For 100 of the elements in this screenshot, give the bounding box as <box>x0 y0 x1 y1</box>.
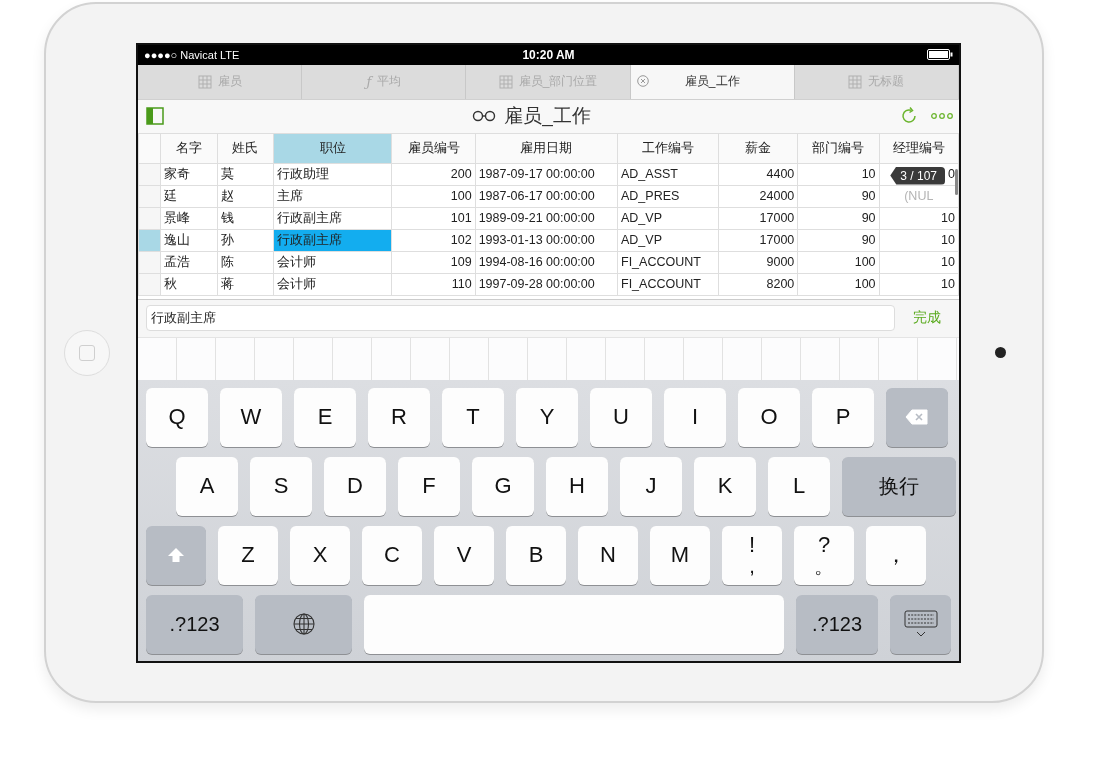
key[interactable]: L <box>768 456 830 516</box>
table-cell: 会计师 <box>273 273 392 295</box>
camera-icon <box>995 347 1006 358</box>
table-cell: 莫 <box>217 163 274 185</box>
glasses-icon <box>472 110 497 122</box>
key[interactable]: V <box>434 525 494 585</box>
column-header[interactable]: 经理编号 <box>879 133 959 163</box>
row-marker[interactable] <box>138 273 160 295</box>
key[interactable]: R <box>368 387 430 447</box>
key[interactable]: Y <box>516 387 578 447</box>
shift-key[interactable] <box>146 525 206 585</box>
carrier-label: ●●●●○ Navicat LTE <box>144 48 241 61</box>
column-header[interactable]: 雇用日期 <box>475 133 618 163</box>
numbers-key[interactable]: .?123 <box>146 594 243 654</box>
key[interactable]: F <box>398 456 460 516</box>
table-cell: FI_ACCOUNT <box>617 273 719 295</box>
table-cell: 行政助理 <box>273 163 392 185</box>
arrow-up-icon <box>167 547 185 563</box>
table-cell: 24000 <box>718 185 798 207</box>
key[interactable]: M <box>650 525 710 585</box>
table-cell: 17000 <box>718 207 798 229</box>
key[interactable]: E <box>294 387 356 447</box>
key[interactable]: A <box>176 456 238 516</box>
row-marker[interactable] <box>138 185 160 207</box>
hide-keyboard-key[interactable] <box>890 594 951 654</box>
key[interactable]: I <box>664 387 726 447</box>
key[interactable]: D <box>324 456 386 516</box>
record-counter: 3 / 107 <box>890 166 945 185</box>
key[interactable]: ， <box>866 525 926 585</box>
column-header[interactable]: 姓氏 <box>217 133 274 163</box>
row-marker[interactable] <box>138 229 160 251</box>
row-marker[interactable] <box>138 251 160 273</box>
space-key[interactable] <box>364 594 784 654</box>
table-cell: 孟浩 <box>160 251 218 273</box>
table-cell: 8200 <box>718 273 798 295</box>
table-cell: 蒋 <box>217 273 274 295</box>
key[interactable]: G <box>472 456 534 516</box>
battery-icon <box>927 49 953 60</box>
column-header[interactable]: 名字 <box>160 133 218 163</box>
table-cell: 1987-06-17 00:00:00 <box>475 185 618 207</box>
key[interactable]: U <box>590 387 652 447</box>
table-cell: AD_VP <box>617 207 719 229</box>
key[interactable]: P <box>812 387 874 447</box>
globe-key[interactable] <box>255 594 352 654</box>
table-cell: 9000 <box>718 251 798 273</box>
grid-icon <box>848 74 863 89</box>
key[interactable]: ? 。 <box>794 525 854 585</box>
table-cell: 100 <box>391 185 476 207</box>
key[interactable]: K <box>694 456 756 516</box>
delete-key[interactable] <box>886 387 948 447</box>
table-cell: 行政副主席 <box>273 207 392 229</box>
key[interactable]: Z <box>218 525 278 585</box>
table-cell: 陈 <box>217 251 274 273</box>
table-cell: 100 <box>797 251 880 273</box>
table-cell: 孙 <box>217 229 274 251</box>
key[interactable]: C <box>362 525 422 585</box>
column-header[interactable]: 薪金 <box>718 133 798 163</box>
table-cell: 廷 <box>160 185 218 207</box>
table-cell: AD_ASST <box>617 163 719 185</box>
key[interactable]: H <box>546 456 608 516</box>
table-cell: 逸山 <box>160 229 218 251</box>
globe-icon <box>292 613 315 635</box>
table-cell: 100 <box>797 273 880 295</box>
table-cell: 109 <box>391 251 476 273</box>
row-marker[interactable] <box>138 163 160 185</box>
row-marker[interactable] <box>138 207 160 229</box>
value-field[interactable]: 行政副主席 <box>146 305 895 331</box>
key[interactable]: X <box>290 525 350 585</box>
grid-icon <box>197 74 212 89</box>
table-cell: FI_ACCOUNT <box>617 251 719 273</box>
column-header[interactable]: 雇员编号 <box>391 133 476 163</box>
return-key[interactable]: 换行 <box>842 456 956 516</box>
key[interactable]: S <box>250 456 312 516</box>
table-cell: AD_PRES <box>617 185 719 207</box>
key[interactable]: Q <box>146 387 208 447</box>
table-cell: 主席 <box>273 185 392 207</box>
tab[interactable]: 雇员_工作 <box>630 64 795 99</box>
backspace-icon <box>905 409 929 425</box>
key[interactable]: W <box>220 387 282 447</box>
key[interactable]: J <box>620 456 682 516</box>
key[interactable]: T <box>442 387 504 447</box>
key[interactable]: B <box>506 525 566 585</box>
home-button[interactable] <box>64 329 110 376</box>
scrollbar <box>955 168 958 195</box>
column-header[interactable]: 职位 <box>273 133 392 163</box>
table-cell: 1989-09-21 00:00:00 <box>475 207 618 229</box>
numbers-key[interactable]: .?123 <box>796 594 878 654</box>
table-cell: 10 <box>879 273 959 295</box>
table-cell: 1987-09-17 00:00:00 <box>475 163 618 185</box>
table-cell: 90 <box>797 229 880 251</box>
column-header[interactable]: 部门编号 <box>797 133 880 163</box>
table-cell: 10 <box>797 163 880 185</box>
key[interactable]: ! , <box>722 525 782 585</box>
column-header[interactable]: 工作编号 <box>617 133 719 163</box>
key[interactable]: N <box>578 525 638 585</box>
table-cell: 1997-09-28 00:00:00 <box>475 273 618 295</box>
more-icon <box>931 112 953 120</box>
key[interactable]: O <box>738 387 800 447</box>
table-cell: 秋 <box>160 273 218 295</box>
clock: 10:20 AM <box>521 47 576 62</box>
